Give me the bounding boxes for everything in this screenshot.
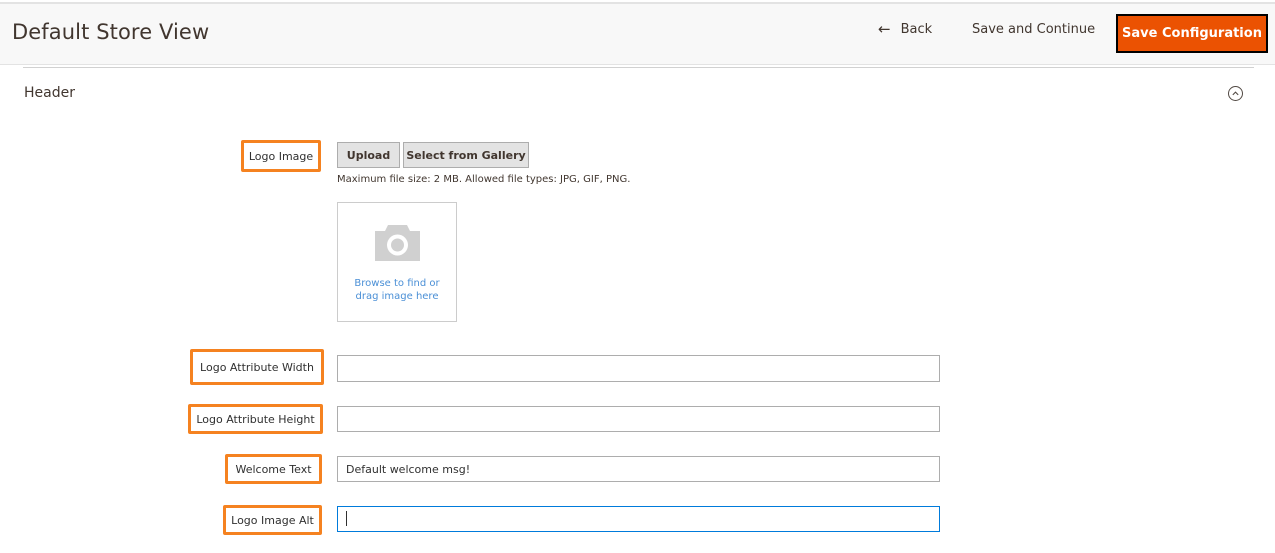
save-and-continue-button[interactable]: Save and Continue	[972, 22, 1095, 37]
chevron-up-circle-icon[interactable]	[1228, 86, 1243, 101]
dropzone-text-line1[interactable]: Browse to find or	[338, 277, 456, 290]
logo-alt-label-text: Logo Image Alt	[231, 513, 314, 527]
logo-width-label: Logo Attribute Width	[190, 349, 324, 385]
logo-image-label-text: Logo Image	[248, 149, 314, 163]
file-size-hint: Maximum file size: 2 MB. Allowed file ty…	[337, 174, 631, 185]
welcome-text-label-text: Welcome Text	[235, 462, 312, 476]
welcome-text-input[interactable]	[337, 456, 940, 482]
welcome-text-label: Welcome Text	[225, 454, 322, 484]
back-button[interactable]: ← Back	[878, 20, 933, 38]
text-caret	[346, 511, 347, 526]
logo-image-label: Logo Image	[241, 140, 321, 172]
section-title[interactable]: Header	[24, 85, 75, 101]
arrow-left-icon: ←	[878, 20, 891, 38]
select-from-gallery-button[interactable]: Select from Gallery	[403, 142, 529, 168]
dropzone-text[interactable]: Browse to find or drag image here	[338, 277, 456, 303]
section-divider	[23, 67, 1254, 68]
save-configuration-button[interactable]: Save Configuration	[1116, 14, 1268, 53]
upload-button[interactable]: Upload	[337, 142, 400, 168]
logo-alt-input[interactable]	[337, 506, 940, 532]
logo-height-label-text: Logo Attribute Height	[196, 412, 315, 426]
camera-icon	[375, 225, 420, 261]
back-label: Back	[900, 22, 933, 37]
logo-height-label: Logo Attribute Height	[188, 404, 323, 434]
logo-width-label-text: Logo Attribute Width	[200, 360, 314, 374]
page: Default Store View ← Back Save and Conti…	[0, 0, 1275, 553]
image-dropzone[interactable]: Browse to find or drag image here	[337, 202, 457, 322]
logo-alt-label: Logo Image Alt	[223, 505, 322, 535]
logo-height-input[interactable]	[337, 406, 940, 432]
logo-width-input[interactable]	[337, 355, 940, 382]
dropzone-text-line2[interactable]: drag image here	[338, 290, 456, 303]
page-title: Default Store View	[12, 20, 210, 44]
